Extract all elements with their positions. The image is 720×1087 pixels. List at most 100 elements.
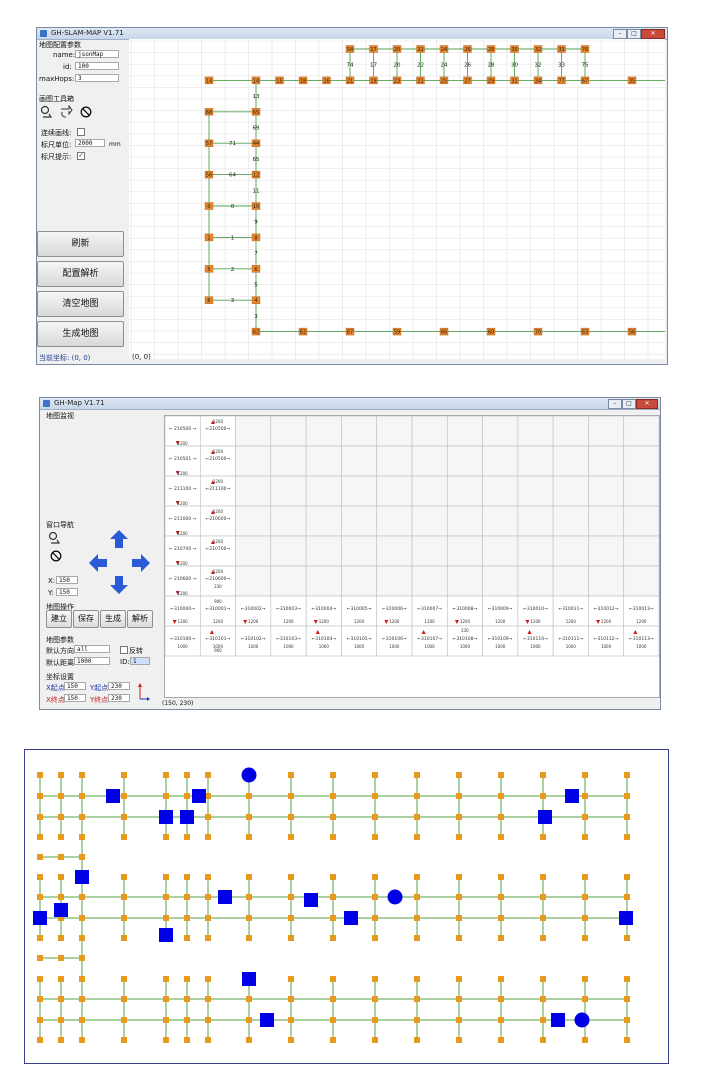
cell-label: ← 211100 → (169, 486, 197, 492)
ruler-input[interactable]: 2000 (75, 139, 105, 147)
map-node (163, 772, 169, 778)
node-label: 13 (253, 94, 260, 100)
node-id: 57 (206, 141, 212, 147)
id-label: id: (63, 63, 72, 71)
refresh-button[interactable]: 刷新 (37, 231, 124, 257)
hint-checkbox[interactable]: ✓ (77, 152, 85, 160)
cell-label: 1200 (319, 619, 330, 624)
map-cell (341, 565, 378, 597)
maximize-button-2[interactable]: □ (622, 399, 636, 409)
map-node (624, 834, 630, 840)
map-node (79, 854, 85, 860)
config-parse-button[interactable]: 配置解析 (37, 261, 124, 287)
map-monitor-canvas[interactable]: ← 210500 → ←210500→ 1200 1200 ← 210501 → ←210… (164, 415, 660, 698)
cell-label: ←310105→ (347, 636, 372, 642)
direction-label: 默认方向: (46, 647, 77, 655)
node-id: 32 (535, 47, 541, 53)
obstacle-circle (387, 889, 403, 905)
map-node (414, 935, 420, 941)
cell-label: 1000 (425, 644, 436, 649)
map-node (79, 996, 85, 1002)
draw-node-icon[interactable] (40, 105, 54, 119)
map-node (498, 976, 504, 982)
map-node (184, 1037, 190, 1043)
map-node (498, 793, 504, 799)
node-label: 32 (535, 63, 542, 69)
id-input[interactable]: 100 (75, 62, 119, 70)
map-cell (517, 535, 554, 567)
map-node (372, 1037, 378, 1043)
map-node (540, 976, 546, 982)
map-node (288, 915, 294, 921)
cell-label: 1200 (178, 591, 189, 596)
pan-tool-icon[interactable] (48, 531, 62, 545)
maxhops-input[interactable]: 3 (75, 74, 119, 82)
generate-button[interactable]: 生成 (100, 610, 126, 628)
nav-up-arrow-icon[interactable] (109, 529, 129, 549)
node-id: 0 (207, 204, 210, 210)
map-node (498, 935, 504, 941)
draw-line-icon[interactable] (59, 105, 73, 119)
name-input[interactable]: jsonMap (75, 50, 119, 58)
obstacle-square (551, 1013, 565, 1027)
map-node (540, 1037, 546, 1043)
map-node (246, 834, 252, 840)
node-label: 65 (253, 157, 260, 163)
map-canvas[interactable]: 5417202224262830323376357417202224262830… (129, 39, 665, 359)
nav-down-arrow-icon[interactable] (109, 575, 129, 595)
nav-right-arrow-icon[interactable] (131, 553, 151, 573)
map-cell (305, 505, 342, 537)
map-node (414, 814, 420, 820)
close-button[interactable]: ✕ (641, 29, 665, 39)
y-input[interactable]: 150 (56, 588, 78, 596)
map-node (163, 976, 169, 982)
y-start-input[interactable]: 230 (108, 682, 130, 690)
map-cell (270, 505, 307, 537)
minimize-button[interactable]: – (613, 29, 627, 39)
map-node (79, 834, 85, 840)
map-node (456, 996, 462, 1002)
map-node (246, 874, 252, 880)
maxhops-label: maxHops: (39, 75, 75, 83)
map-node (624, 1017, 630, 1023)
cell-label: 1200 (178, 501, 189, 506)
clear-map-button[interactable]: 清空地图 (37, 291, 124, 317)
cell-label: ←310007→ (417, 606, 442, 612)
no-tool-icon[interactable] (50, 550, 62, 562)
minimize-button-2[interactable]: – (608, 399, 622, 409)
window-title-bar-2[interactable]: GH-Map V1.71 – □ ✕ (40, 398, 660, 410)
map-cell (341, 535, 378, 567)
direction-select[interactable]: all (74, 645, 110, 653)
maximize-button[interactable]: □ (627, 29, 641, 39)
node-id: 26 (464, 47, 470, 53)
save-button[interactable]: 保存 (73, 610, 99, 628)
parse-button[interactable]: 解析 (127, 610, 153, 628)
topology-canvas[interactable] (25, 750, 668, 1063)
x-end-input[interactable]: 150 (64, 694, 86, 702)
x-input[interactable]: 150 (56, 576, 78, 584)
x-start-input[interactable]: 150 (64, 682, 86, 690)
reverse-checkbox[interactable] (120, 646, 128, 654)
ruler-unit: mm (109, 141, 121, 148)
map-node (624, 935, 630, 941)
map-node (205, 834, 211, 840)
nav-left-arrow-icon[interactable] (88, 553, 108, 573)
map-node (582, 834, 588, 840)
build-button[interactable]: 建立 (46, 610, 72, 628)
map-node (456, 894, 462, 900)
node-label: 3 (254, 314, 258, 320)
generate-map-button[interactable]: 生成地图 (37, 321, 124, 347)
cell-label: 1200 (248, 619, 259, 624)
node-id: 60 (488, 330, 494, 336)
close-button-2[interactable]: ✕ (636, 399, 658, 409)
y-end-input[interactable]: 230 (108, 694, 130, 702)
id-input-2[interactable]: 1 (130, 657, 150, 665)
continuous-checkbox[interactable] (77, 128, 85, 136)
map-node (288, 1017, 294, 1023)
map-node (58, 955, 64, 961)
map-cell (235, 445, 272, 477)
no-draw-icon[interactable] (80, 106, 92, 118)
distance-input[interactable]: 1000 (74, 657, 110, 665)
map-node (37, 996, 43, 1002)
map-node (205, 894, 211, 900)
